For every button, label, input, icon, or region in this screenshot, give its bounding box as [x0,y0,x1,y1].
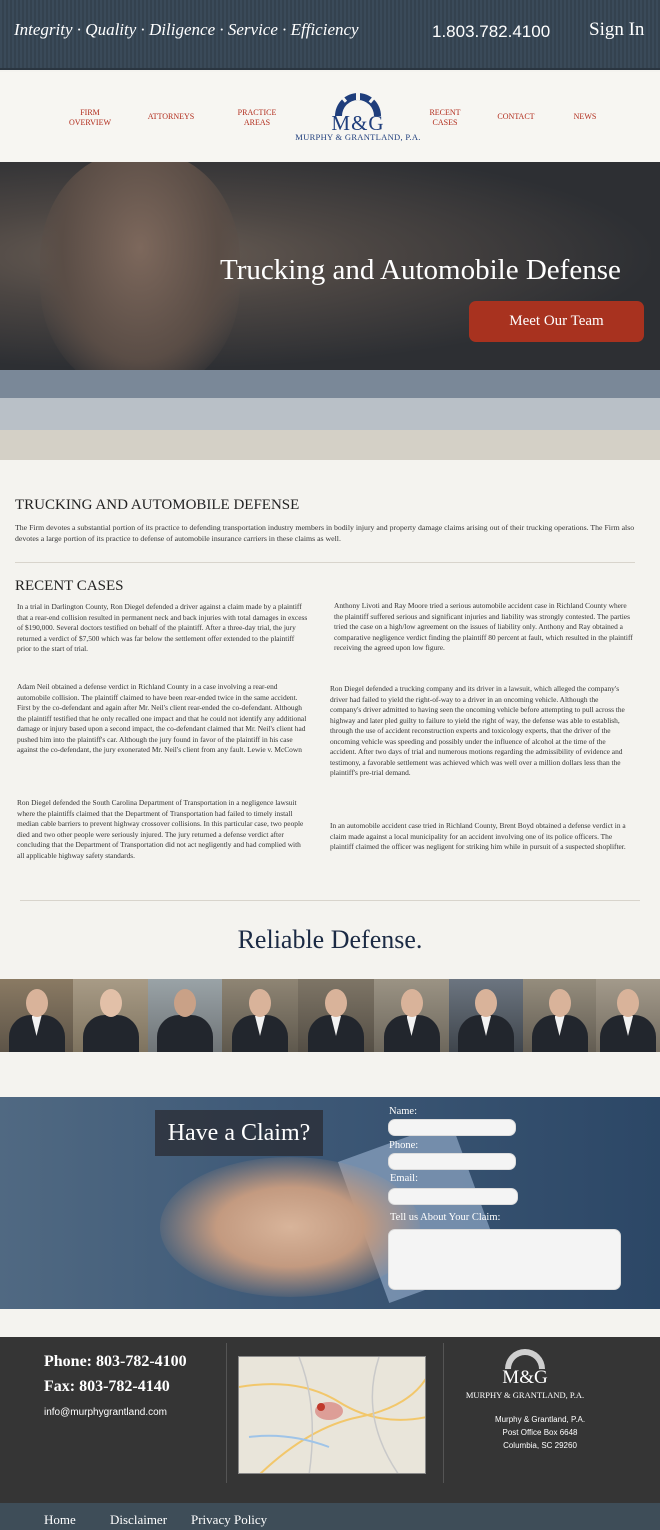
email-label: Email: [390,1173,418,1184]
case-text: In an automobile accident case tried in … [330,821,626,851]
footer-address: Murphy & Grantland, P.A. Post Office Box… [494,1415,586,1450]
footer-link-privacy[interactable]: Privacy Policy [191,1512,267,1528]
name-label: Name: [389,1106,417,1117]
case-text: Anthony Livoti and Ray Moore tried a ser… [334,601,633,652]
decor-band [0,430,660,460]
claim-message-textarea[interactable] [388,1229,621,1290]
footer-logo[interactable]: M&G MURPHY & GRANTLAND, P.A. [455,1347,595,1400]
footer-logo-name: MURPHY & GRANTLAND, P.A. [465,1390,585,1400]
nav-recent-cases[interactable]: RECENT CASES [420,108,470,128]
handshake-photo [160,1157,420,1297]
location-map[interactable] [238,1356,426,1474]
phone-label: Phone: [389,1140,419,1151]
email-field[interactable] [388,1188,518,1205]
attorney-photo[interactable] [449,979,523,1052]
top-bar: Integrity · Quality · Diligence · Servic… [0,0,660,70]
attorney-photo[interactable] [596,979,660,1052]
practice-intro: The Firm devotes a substantial portion o… [15,523,635,543]
attorney-photo[interactable] [0,979,73,1052]
map-graphic [239,1357,425,1473]
case-text: Adam Neil obtained a defense verdict in … [17,682,307,754]
header-phone[interactable]: 1.803.782.4100 [432,22,550,42]
attorney-photo[interactable] [298,979,374,1052]
decor-band [0,370,660,398]
footer-phone[interactable]: Phone: 803-782-4100 [44,1353,187,1371]
hero-title: Trucking and Automobile Defense [220,254,621,286]
claim-heading: Have a Claim? [155,1110,323,1156]
footer: Phone: 803-782-4100 Fax: 803-782-4140 in… [0,1337,660,1503]
logo-arch-icon [505,1349,545,1369]
nav-firm-overview[interactable]: FIRM OVERVIEW [62,108,118,128]
nav-practice-areas[interactable]: PRACTICE AREAS [230,108,284,128]
bottom-nav: Home Disclaimer Privacy Policy [0,1503,660,1530]
attorney-photo[interactable] [523,979,596,1052]
main-nav: FIRM OVERVIEW ATTORNEYS PRACTICE AREAS M… [0,72,660,162]
divider [226,1343,227,1483]
divider [20,900,640,901]
phone-field[interactable] [388,1153,516,1170]
footer-email-link[interactable]: info@murphygrantland.com [44,1407,167,1418]
claim-section: Have a Claim? Name: Phone: Email: Tell u… [0,1097,660,1309]
case-text: In a trial in Darlington County, Ron Die… [17,602,308,653]
meet-our-team-button[interactable]: Meet Our Team [469,301,644,342]
tagline: Integrity · Quality · Diligence · Servic… [14,20,359,39]
hero-banner: Trucking and Automobile Defense Meet Our… [0,162,660,370]
footer-link-disclaimer[interactable]: Disclaimer [110,1512,167,1528]
attorney-photo[interactable] [222,979,298,1052]
reliable-defense-heading: Reliable Defense. [237,925,423,954]
site-logo[interactable]: M&G MURPHY & GRANTLAND, P.A. [288,90,428,146]
name-field[interactable] [388,1119,516,1136]
footer-fax: Fax: 803-782-4140 [44,1378,170,1395]
nav-contact[interactable]: CONTACT [490,112,542,122]
attorney-photo-strip [0,979,660,1052]
attorney-photo[interactable] [73,979,148,1052]
logo-name: MURPHY & GRANTLAND, P.A. [295,132,421,142]
attorney-photo[interactable] [374,979,449,1052]
practice-heading: TRUCKING AND AUTOMOBILE DEFENSE [15,497,300,513]
sign-in-link[interactable]: Sign In [589,19,644,41]
hero-photo [40,162,240,370]
claim-message-label: Tell us About Your Claim: [390,1212,501,1223]
attorney-photo[interactable] [148,979,222,1052]
footer-link-home[interactable]: Home [44,1512,76,1528]
case-text: Ron Diegel defended the South Carolina D… [17,798,304,860]
divider [443,1343,444,1483]
nav-attorneys[interactable]: ATTORNEYS [140,112,202,122]
recent-cases-heading: RECENT CASES [15,578,124,594]
divider [15,562,635,563]
footer-logo-mark: M&G [502,1367,548,1388]
decor-band [0,398,660,430]
nav-news[interactable]: NEWS [565,112,605,122]
case-text: Ron Diegel defended a trucking company a… [330,684,625,777]
